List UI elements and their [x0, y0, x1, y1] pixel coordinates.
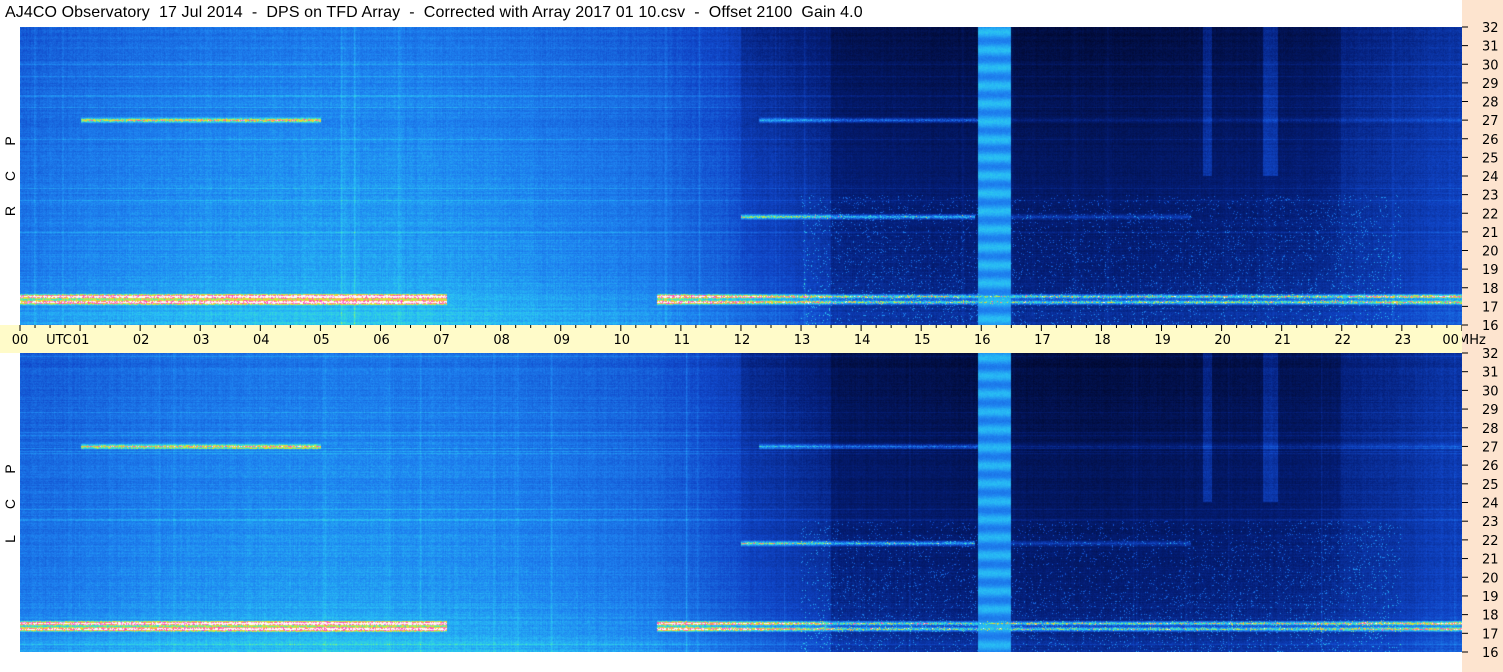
freq-tick-label: 24: [1482, 497, 1499, 512]
utc-tick-label: 01: [73, 333, 90, 348]
freq-tick-label: 16: [1482, 319, 1499, 334]
rcp-spectrogram: [20, 27, 1462, 325]
lcp-letter-1: P: [2, 464, 18, 474]
utc-axis-ticks: 00 01 02 03 04 05 06 07 08 09 10 11 12 13 14 15 16 17 18 19…: [12, 325, 1462, 348]
freq-tick-label: 21: [1482, 226, 1499, 241]
freq-tick-label: 31: [1482, 366, 1499, 381]
freq-tick-label: 18: [1482, 609, 1499, 624]
utc-tick-label: 12: [734, 333, 751, 348]
freq-tick-label: 27: [1482, 440, 1499, 455]
freq-tick-label: 30: [1482, 58, 1499, 73]
freq-tick-label: 19: [1482, 590, 1499, 605]
utc-tick-label: 10: [614, 333, 631, 348]
lcp-letter-3: L: [2, 535, 18, 543]
lcp-letter-2: C: [2, 498, 18, 510]
utc-tick-label: 03: [193, 333, 210, 348]
bottom-margin: [0, 652, 1462, 672]
utc-tick-label: 16: [974, 333, 991, 348]
utc-tick-label: 19: [1154, 333, 1171, 348]
freq-tick-label: 20: [1482, 571, 1499, 586]
freq-tick-label: 25: [1482, 478, 1499, 493]
utc-tick-label: 18: [1094, 333, 1111, 348]
freq-tick-label: 31: [1482, 40, 1499, 55]
utc-tick-label: 00: [12, 333, 29, 348]
freq-axis-label: MHz: [1462, 333, 1486, 348]
freq-tick-label: 24: [1482, 170, 1499, 185]
freq-tick-label: 17: [1482, 627, 1499, 642]
freq-tick-label: 28: [1482, 96, 1499, 111]
utc-tick-label: 02: [133, 333, 150, 348]
freq-tick-label: 30: [1482, 384, 1499, 399]
frequency-axis: 32 31 30 29 28 27 26 25 24 23 22 21 20 19 18 17 16 32 31 30…: [1462, 0, 1503, 672]
freq-tick-label: 25: [1482, 151, 1499, 166]
utc-tick-label: 20: [1214, 333, 1231, 348]
lcp-label-column: P C L: [0, 353, 20, 672]
freq-tick-label: 19: [1482, 263, 1499, 278]
rcp-letter-3: R: [2, 205, 18, 217]
freq-tick-label: 32: [1482, 21, 1499, 36]
freq-tick-label: 21: [1482, 553, 1499, 568]
freq-tick-label: 27: [1482, 114, 1499, 129]
freq-tick-label: 17: [1482, 300, 1499, 315]
frequency-axis-ticks: 32 31 30 29 28 27 26 25 24 23 22 21 20 19 18 17 16 32 31 30…: [1462, 21, 1499, 661]
utc-tick-label: 09: [553, 333, 570, 348]
freq-tick-label: 18: [1482, 282, 1499, 297]
title-bar: AJ4CO Observatory 17 Jul 2014 - DPS on T…: [0, 0, 1462, 27]
utc-tick-label: 15: [914, 333, 931, 348]
utc-tick-label: 14: [854, 333, 871, 348]
freq-tick-label: 32: [1482, 347, 1499, 362]
utc-time-axis: 00 01 02 03 04 05 06 07 08 09 10 11 12 13 14 15 16 17 18 19…: [0, 325, 1462, 353]
rcp-letter-1: P: [2, 136, 18, 146]
utc-tick-label: 21: [1274, 333, 1291, 348]
freq-tick-label: 26: [1482, 133, 1499, 148]
utc-tick-label: 04: [253, 333, 270, 348]
freq-tick-label: 22: [1482, 207, 1499, 222]
freq-tick-label: 23: [1482, 515, 1499, 530]
utc-tick-label: 07: [433, 333, 450, 348]
freq-tick-label: 22: [1482, 534, 1499, 549]
rcp-letter-2: C: [2, 170, 18, 182]
freq-tick-label: 20: [1482, 245, 1499, 260]
utc-tick-label: 11: [674, 333, 691, 348]
utc-tick-label: 06: [373, 333, 390, 348]
utc-tick-label: 05: [313, 333, 330, 348]
utc-tick-label: 13: [794, 333, 811, 348]
utc-tick-label: 22: [1334, 333, 1351, 348]
chart-title: AJ4CO Observatory 17 Jul 2014 - DPS on T…: [5, 4, 863, 21]
freq-tick-label: 29: [1482, 77, 1499, 92]
freq-tick-label: 16: [1482, 646, 1499, 661]
freq-tick-label: 26: [1482, 459, 1499, 474]
freq-tick-label: 23: [1482, 189, 1499, 204]
utc-axis-label: UTC: [46, 333, 72, 348]
freq-tick-label: 28: [1482, 422, 1499, 437]
freq-tick-label: 29: [1482, 403, 1499, 418]
rcp-label-column: P C R: [0, 27, 20, 325]
utc-tick-label: 23: [1395, 333, 1412, 348]
utc-tick-label: 08: [493, 333, 510, 348]
lcp-spectrogram: [20, 353, 1462, 652]
utc-tick-label: 00: [1442, 333, 1459, 348]
utc-tick-label: 17: [1034, 333, 1051, 348]
